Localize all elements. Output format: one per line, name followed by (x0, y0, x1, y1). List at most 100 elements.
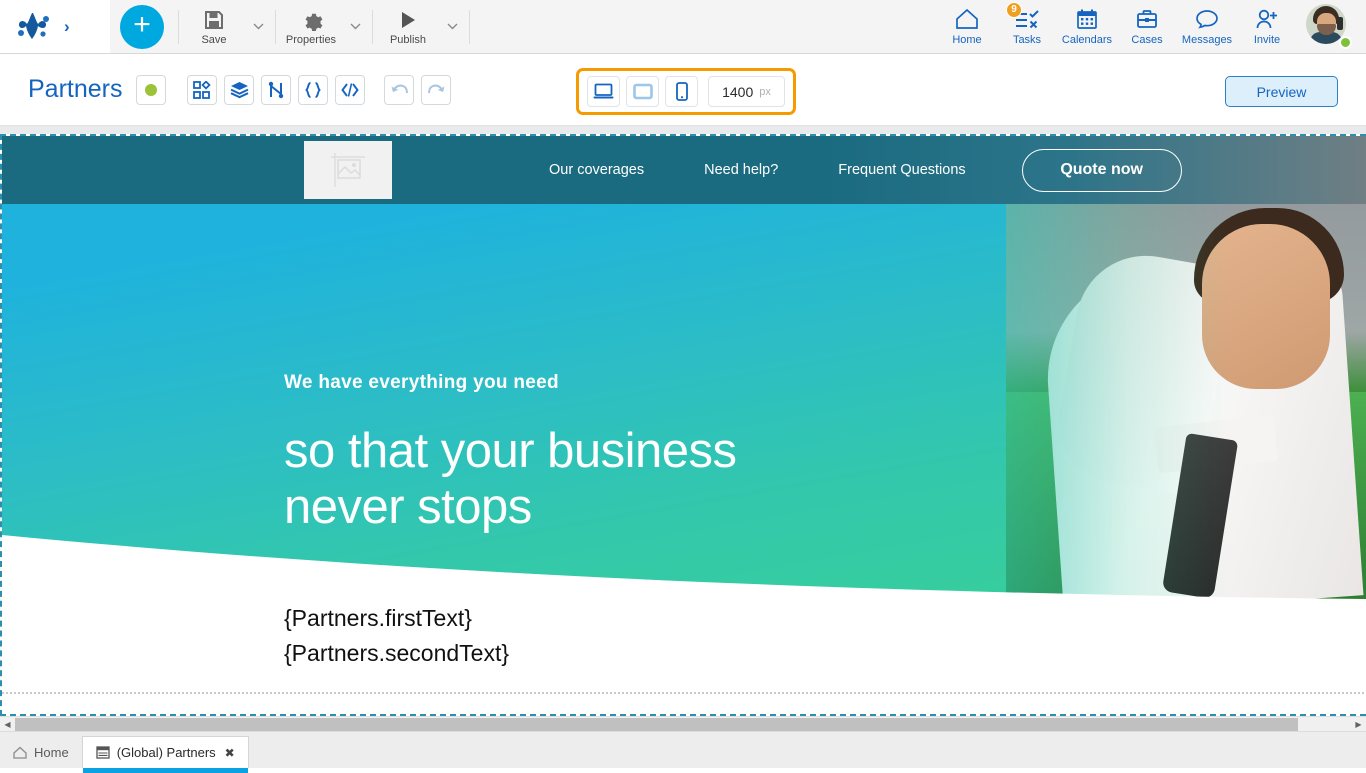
editor-tools-group (187, 74, 372, 105)
braces-icon (305, 81, 322, 98)
user-add-icon (1255, 7, 1279, 31)
data-flow-icon (269, 81, 284, 98)
hero-eyebrow: We have everything you need (284, 372, 559, 393)
hero-text-block[interactable]: We have everything you need so that your… (284, 372, 737, 532)
brand-anchor-logo[interactable] (16, 12, 50, 42)
nav-item-tasks[interactable]: 9 Tasks (998, 1, 1056, 53)
save-button[interactable]: Save (183, 1, 245, 53)
bottom-tabbar: Home (Global) Partners ✖ (0, 731, 1366, 773)
nav-item-cases[interactable]: Cases (1118, 1, 1176, 53)
site-nav-link-help[interactable]: Need help? (674, 162, 808, 178)
tasks-badge: 9 (1006, 1, 1022, 18)
quote-now-button[interactable]: Quote now (1021, 148, 1182, 192)
avatar[interactable] (1306, 3, 1352, 50)
site-nav-link-faq[interactable]: Frequent Questions (808, 162, 995, 178)
page-icon (96, 746, 110, 759)
device-mobile-button[interactable] (665, 76, 698, 107)
nav-item-calendars[interactable]: Calendars (1058, 1, 1116, 53)
redo-icon (427, 84, 445, 93)
data-flow-button[interactable] (261, 74, 292, 105)
properties-button[interactable]: Properties (280, 1, 342, 53)
scrollbar-track[interactable] (15, 717, 1351, 732)
page-canvas[interactable]: Our coverages Need help? Frequent Questi… (0, 134, 1366, 716)
tab-label: Home (34, 744, 69, 760)
nav-item-invite[interactable]: Invite (1238, 1, 1296, 53)
nav-item-home[interactable]: Home (938, 1, 996, 53)
hero-heading: so that your business never stops (284, 427, 737, 532)
nav-label: Messages (1181, 34, 1233, 46)
save-disk-icon (203, 7, 225, 33)
brand-zone: › (0, 0, 110, 53)
site-header: Our coverages Need help? Frequent Questi… (2, 136, 1366, 204)
components-button[interactable] (187, 74, 218, 105)
mobile-icon (675, 82, 688, 101)
tab-global-partners[interactable]: (Global) Partners ✖ (81, 736, 249, 773)
tab-close-icon[interactable]: ✖ (225, 746, 235, 760)
divider (469, 9, 470, 44)
braces-button[interactable] (298, 74, 329, 105)
page-title: Partners (28, 75, 123, 103)
components-grid-icon (193, 80, 212, 99)
nav-label: Invite (1253, 34, 1281, 46)
preview-button[interactable]: Preview (1225, 76, 1338, 107)
tablet-icon (632, 83, 653, 100)
token-second-text[interactable]: {Partners.secondText} (284, 636, 1366, 671)
save-dropdown-chevron-down-icon[interactable] (245, 1, 271, 53)
scrollbar-thumb[interactable] (15, 717, 1298, 731)
publish-button[interactable]: Publish (377, 1, 439, 53)
hero-heading-line-1: so that your business (284, 424, 737, 478)
hero-wave-divider (2, 535, 1366, 601)
publish-label: Publish (389, 34, 427, 46)
publish-dropdown-chevron-down-icon[interactable] (439, 1, 465, 53)
site-nav: Our coverages Need help? Frequent Questi… (519, 148, 1182, 192)
device-selector: 1400 px (576, 68, 796, 115)
canvas-width-unit: px (759, 85, 771, 98)
layers-icon (230, 81, 249, 98)
undo-button[interactable] (384, 74, 415, 105)
hero-section: We have everything you need so that your… (2, 204, 1366, 601)
site-logo-placeholder[interactable] (304, 141, 392, 199)
canvas-width-input[interactable]: 1400 px (708, 76, 785, 107)
tab-label: (Global) Partners (116, 745, 216, 760)
canvas-width-value: 1400 (722, 83, 754, 100)
properties-dropdown-chevron-down-icon[interactable] (342, 1, 368, 53)
gear-icon (300, 7, 323, 33)
redo-button[interactable] (421, 74, 452, 105)
scroll-left-arrow-icon[interactable]: ◀ (0, 717, 15, 732)
add-button[interactable]: + (120, 4, 164, 49)
nav-item-messages[interactable]: Messages (1178, 1, 1236, 53)
main-toolbar: › + Save Properties Publish Home 9 Tasks… (0, 0, 1366, 54)
briefcase-icon (1136, 7, 1158, 31)
token-first-text[interactable]: {Partners.firstText} (284, 601, 1366, 636)
sidebar-expand-icon[interactable]: › (64, 18, 70, 35)
horizontal-scrollbar[interactable]: ◀ ▶ (0, 716, 1366, 731)
nav-label: Home (952, 34, 982, 46)
device-tablet-button[interactable] (626, 76, 659, 107)
undo-icon (391, 84, 408, 93)
calendar-icon (1076, 7, 1098, 31)
section-divider (2, 692, 1366, 694)
properties-label: Properties (285, 34, 337, 46)
device-desktop-button[interactable] (587, 76, 620, 107)
divider (178, 9, 179, 44)
page-status-toggle[interactable] (136, 74, 167, 105)
nav-label: Cases (1131, 34, 1163, 46)
home-icon (955, 7, 979, 31)
toolbar-actions: + Save Properties Publish (110, 0, 474, 53)
scroll-right-arrow-icon[interactable]: ▶ (1351, 717, 1366, 732)
layers-button[interactable] (224, 74, 255, 105)
plus-icon: + (133, 7, 151, 41)
site-nav-link-coverages[interactable]: Our coverages (519, 162, 674, 178)
chat-bubble-icon (1195, 7, 1219, 31)
status-badge (1339, 35, 1352, 49)
home-outline-icon (13, 746, 27, 759)
page-body: {Partners.firstText} {Partners.secondTex… (2, 601, 1366, 714)
code-view-button[interactable] (335, 74, 366, 105)
nav-label: Tasks (1012, 34, 1042, 46)
tab-home[interactable]: Home (0, 736, 82, 768)
save-label: Save (201, 34, 227, 46)
hero-heading-line-2: never stops (284, 480, 532, 534)
global-nav: Home 9 Tasks Calendars Cases Messages In… (938, 0, 1366, 53)
nav-label: Calendars (1061, 34, 1113, 46)
code-tags-icon (341, 82, 360, 97)
